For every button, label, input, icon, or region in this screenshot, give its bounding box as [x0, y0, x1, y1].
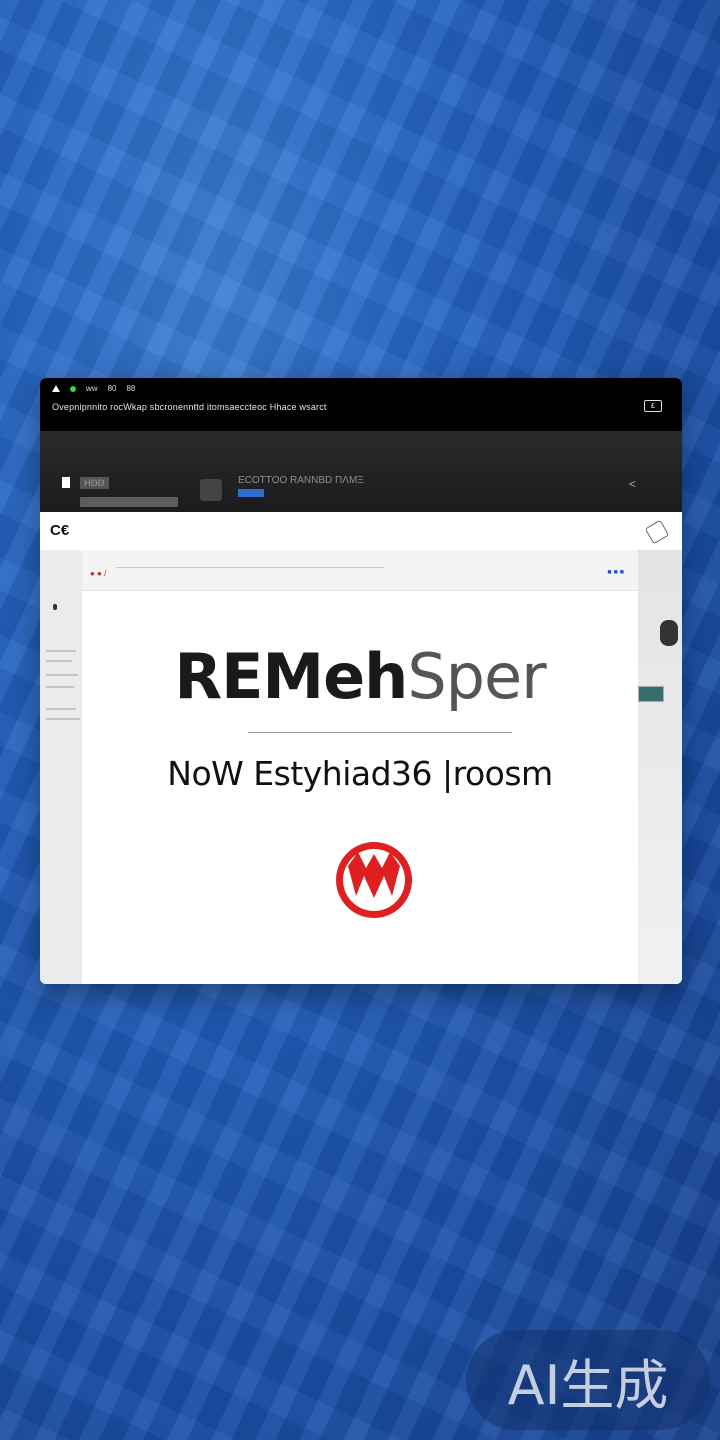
brand-title-part2: Sper	[407, 640, 546, 713]
left-sidebar	[40, 550, 82, 984]
content-header-label: ● ● /	[90, 569, 107, 578]
signal-icon	[52, 385, 60, 392]
ai-generated-badge: AI生成	[466, 1330, 710, 1430]
status-item: ww	[86, 384, 98, 393]
brand-title-part1: REMeh	[174, 640, 408, 713]
sidebar-line	[46, 708, 76, 710]
status-item: 88	[126, 384, 136, 393]
hero-banner: ΗΘΘ ECOTTOO RANNBD ΠΛΜΞ <	[40, 431, 682, 512]
main-content: ● ● / ■ ■ ■ REMehSper NoW Estyhiad36 |ro…	[82, 550, 638, 984]
site-navbar: C€	[40, 512, 682, 551]
status-indicators: ww 80 88	[52, 384, 135, 393]
tab-switcher-icon[interactable]: £	[644, 400, 662, 412]
sidebar-line	[46, 674, 78, 676]
sidebar-line	[46, 718, 80, 720]
hero-breadcrumb: ECOTTOO RANNBD ΠΛΜΞ	[238, 475, 364, 486]
address-text[interactable]: Ovepnipnnito rocWkap sbcronennttd itomsa…	[52, 402, 327, 412]
hero-square-button[interactable]	[200, 479, 222, 501]
right-sidebar	[638, 550, 682, 984]
hero-accent-tag	[238, 489, 264, 497]
content-header-rule	[116, 567, 384, 568]
sidebar-line	[46, 686, 74, 688]
title-divider	[248, 732, 512, 733]
chevron-left-icon[interactable]: <	[629, 477, 636, 491]
chip-thumbnail-icon	[638, 686, 664, 702]
content-header-controls[interactable]: ■ ■ ■	[607, 569, 624, 576]
menu-icon[interactable]	[62, 477, 70, 488]
hero-label: ΗΘΘ	[80, 477, 109, 489]
status-dot-icon	[70, 385, 76, 392]
brand-mark-icon[interactable]: C€	[50, 522, 69, 539]
content-header: ● ● / ■ ■ ■	[82, 550, 638, 591]
sidebar-line	[46, 650, 76, 652]
tag-icon[interactable]	[644, 519, 670, 545]
title-bar: ww 80 88 Ovepnipnnito rocWkap sbcronennt…	[40, 378, 682, 431]
collapse-icon[interactable]	[53, 604, 57, 610]
device-thumbnail-icon	[660, 620, 678, 646]
status-item: 80	[107, 384, 117, 393]
hero-search-bar[interactable]	[80, 497, 178, 507]
brand-title: REMehSper	[82, 640, 638, 713]
app-window: ww 80 88 Ovepnipnnito rocWkap sbcronennt…	[40, 378, 682, 984]
red-circle-emblem-icon	[336, 842, 412, 918]
sidebar-line	[46, 660, 72, 662]
subtitle: NoW Estyhiad36 |roosm	[167, 754, 553, 793]
